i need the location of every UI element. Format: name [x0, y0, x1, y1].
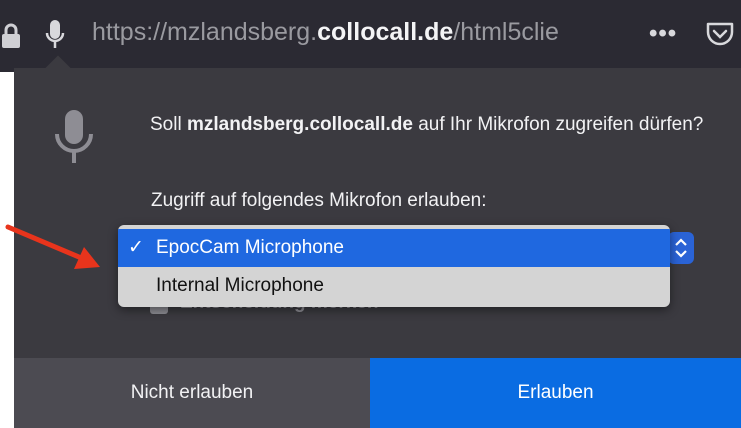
- dropdown-option-selected[interactable]: ✓ EpocCam Microphone: [118, 229, 670, 267]
- url-text[interactable]: https://mzlandsberg.collocall.de/html5cl…: [92, 18, 637, 47]
- deny-button[interactable]: Nicht erlauben: [14, 358, 370, 428]
- option-label: Internal Microphone: [156, 275, 324, 296]
- button-bar: Nicht erlauben Erlauben: [14, 358, 741, 428]
- dropdown-option[interactable]: Internal Microphone: [118, 267, 670, 305]
- select-stepper-icon[interactable]: [668, 232, 694, 264]
- annotation-arrow: [0, 205, 110, 290]
- prompt-host: mzlandsberg.collocall.de: [186, 114, 413, 135]
- checkmark-icon: ✓: [128, 237, 144, 258]
- url-fade: [560, 10, 640, 60]
- more-icon[interactable]: •••: [649, 20, 677, 48]
- pocket-icon[interactable]: [705, 20, 735, 53]
- device-select-label: Zugriff auf folgendes Mikrofon erlauben:: [151, 190, 487, 211]
- allow-button[interactable]: Erlauben: [370, 358, 741, 428]
- url-prefix: https://mzlandsberg.: [92, 18, 318, 46]
- url-suffix: /html5clie: [453, 18, 559, 46]
- prompt-intro: Soll: [150, 114, 182, 135]
- option-label: EpocCam Microphone: [156, 237, 344, 258]
- microphone-permission-icon[interactable]: [44, 18, 66, 57]
- url-bar[interactable]: https://mzlandsberg.collocall.de/html5cl…: [0, 0, 741, 72]
- prompt-outro: auf Ihr Mikrofon zugreifen dürfen?: [418, 114, 704, 135]
- permission-prompt: Soll mzlandsberg.collocall.de auf Ihr Mi…: [150, 111, 710, 139]
- microphone-dropdown[interactable]: ✓ EpocCam Microphone Internal Microphone: [118, 225, 670, 307]
- lock-icon[interactable]: [0, 22, 22, 55]
- microphone-icon: [52, 108, 96, 173]
- url-domain: collocall.de: [317, 18, 454, 46]
